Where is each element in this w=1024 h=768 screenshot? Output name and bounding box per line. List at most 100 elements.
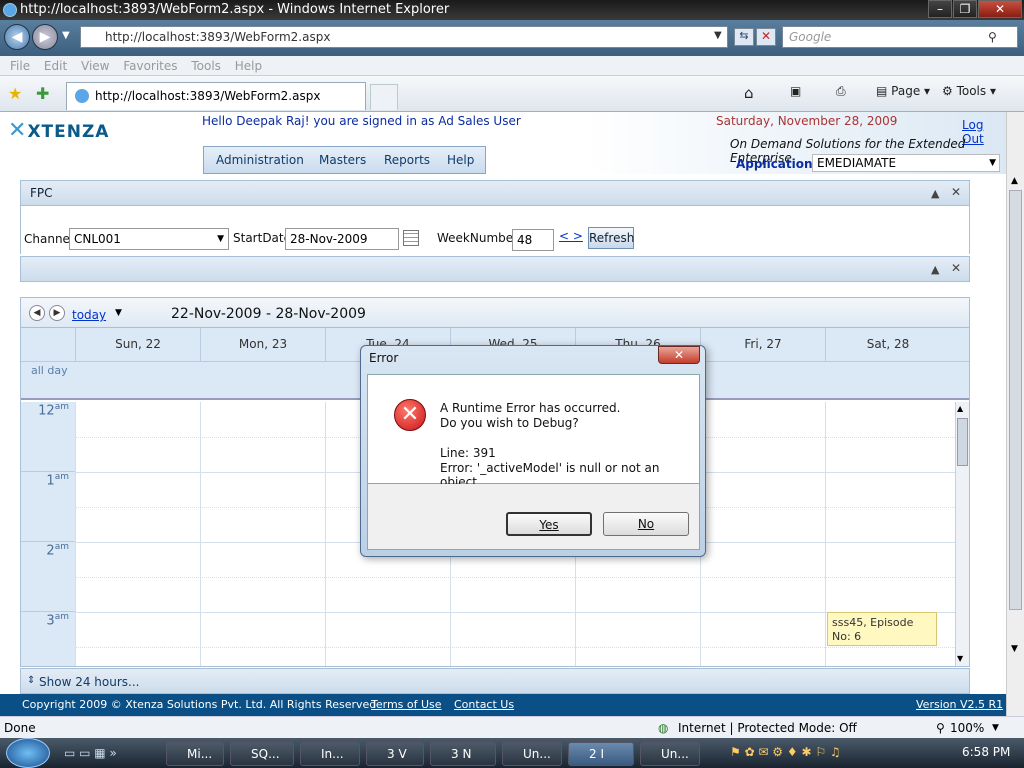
chevron-down-icon: ▼ xyxy=(989,158,996,168)
day-header[interactable]: Mon, 23 xyxy=(200,328,325,362)
menu-favorites[interactable]: Favorites xyxy=(123,56,177,76)
feeds-icon[interactable]: ▣ xyxy=(790,84,801,98)
zoom-dropdown-icon[interactable]: ▼ xyxy=(992,723,999,733)
zoom-level[interactable]: 100% xyxy=(950,721,984,735)
favorites-star-icon[interactable]: ★ xyxy=(8,84,22,103)
menu-help[interactable]: Help xyxy=(235,56,262,76)
week-prev-next-links[interactable]: < > xyxy=(559,229,583,243)
schedule-panel-header: ▲ ✕ xyxy=(20,256,970,282)
print-icon[interactable]: ⎙ xyxy=(836,84,846,99)
terms-link[interactable]: Terms of Use xyxy=(371,698,442,711)
nav-administration[interactable]: Administration xyxy=(216,153,304,167)
start-button[interactable] xyxy=(6,738,50,768)
hello-text: Hello Deepak Raj! you are signed in as A… xyxy=(202,114,521,128)
weeknumber-value: 48 xyxy=(517,233,533,247)
contact-link[interactable]: Contact Us xyxy=(454,698,514,711)
search-placeholder: Google xyxy=(789,30,832,44)
dialog-close-button[interactable]: ✕ xyxy=(658,346,700,364)
history-dropdown-icon[interactable]: ▼ xyxy=(62,30,70,41)
tab-current[interactable]: http://localhost:3893/WebForm2.aspx xyxy=(66,82,366,110)
nav-reports[interactable]: Reports xyxy=(384,153,430,167)
scroll-up-icon[interactable]: ▲ xyxy=(957,404,963,413)
no-button[interactable]: No xyxy=(603,512,689,536)
page-scrollbar[interactable]: ▲ ▼ xyxy=(1006,112,1024,716)
back-button[interactable]: ◀ xyxy=(4,24,30,50)
day-header[interactable]: Sat, 28 xyxy=(825,328,950,362)
refresh-icon[interactable]: ⇆ xyxy=(734,28,754,46)
calendar-picker-icon[interactable] xyxy=(403,230,419,246)
collapse-icon[interactable]: ▲ xyxy=(931,187,939,200)
close-icon[interactable]: ✕ xyxy=(951,185,961,199)
calendar-event[interactable]: sss45, Episode No: 6 xyxy=(827,612,937,646)
refresh-button[interactable]: Refresh xyxy=(588,227,634,249)
address-input[interactable]: http://localhost:3893/WebForm2.aspx xyxy=(80,26,728,48)
weeknumber-input[interactable]: 48 xyxy=(512,229,554,251)
forward-button[interactable]: ▶ xyxy=(32,24,58,50)
stop-icon[interactable]: ✕ xyxy=(756,28,776,46)
view-dropdown-icon[interactable]: ▼ xyxy=(115,308,122,318)
scroll-thumb[interactable] xyxy=(1009,190,1022,610)
clock[interactable]: 6:58 PM xyxy=(962,745,1010,759)
add-favorites-icon[interactable]: ✚ xyxy=(36,84,49,103)
close-icon[interactable]: ✕ xyxy=(951,261,961,275)
taskbar-task[interactable]: In... xyxy=(300,742,360,766)
tools-menu[interactable]: ⚙ Tools ▾ xyxy=(942,84,996,98)
day-column-line xyxy=(325,402,326,666)
yes-label: Yes xyxy=(539,518,559,532)
quicklaunch-icons[interactable]: ▭ ▭ ▦ » xyxy=(64,746,117,760)
version-text: Version V2.5 R1 xyxy=(916,698,1004,711)
maximize-button[interactable]: ❐ xyxy=(953,0,977,18)
page-menu[interactable]: ▤ Page ▾ xyxy=(876,84,930,98)
new-tab-button[interactable] xyxy=(370,84,398,110)
fpc-title: FPC xyxy=(30,186,53,200)
minimize-button[interactable]: – xyxy=(928,0,952,18)
show-24-hours-link[interactable]: Show 24 hours... xyxy=(39,675,139,689)
copyright-text: Copyright 2009 © Xtenza Solutions Pvt. L… xyxy=(22,698,377,711)
nav-help[interactable]: Help xyxy=(447,153,474,167)
applications-select[interactable]: EMEDIAMATE ▼ xyxy=(812,154,1000,172)
day-header[interactable]: Fri, 27 xyxy=(700,328,825,362)
search-icon[interactable]: ⚲ xyxy=(988,30,997,44)
taskbar-task-active[interactable]: 2 I xyxy=(568,742,634,766)
next-week-icon[interactable]: ▶ xyxy=(49,305,65,321)
taskbar-task[interactable]: 3 N xyxy=(430,742,496,766)
scroll-thumb[interactable] xyxy=(957,418,968,466)
collapse-icon[interactable]: ▲ xyxy=(931,263,939,276)
expand-icon: ⇕ xyxy=(27,675,36,686)
half-hour-line xyxy=(75,577,955,578)
close-window-button[interactable]: ✕ xyxy=(978,0,1022,18)
nav-masters[interactable]: Masters xyxy=(319,153,366,167)
menu-file[interactable]: File xyxy=(10,56,30,76)
startdate-input[interactable]: 28-Nov-2009 xyxy=(285,228,399,250)
weeknumber-label: WeekNumber xyxy=(437,231,519,245)
home-icon[interactable]: ⌂ xyxy=(744,84,754,102)
search-input[interactable]: Google xyxy=(782,26,1018,48)
menu-edit[interactable]: Edit xyxy=(44,56,67,76)
taskbar-task[interactable]: Mi... xyxy=(166,742,224,766)
yes-button[interactable]: Yes xyxy=(506,512,592,536)
tools-menu-label: Tools xyxy=(956,84,987,98)
menu-view[interactable]: View xyxy=(81,56,109,76)
hour-number: 12 xyxy=(38,403,55,419)
half-hour-line xyxy=(75,647,955,648)
hour-label: 2am xyxy=(21,542,75,612)
today-link[interactable]: today xyxy=(72,308,106,322)
prev-week-icon[interactable]: ◀ xyxy=(29,305,45,321)
address-dropdown-icon[interactable]: ▼ xyxy=(714,30,722,41)
day-header[interactable]: Sun, 22 xyxy=(75,328,200,362)
show-24-hours-bar[interactable]: ⇕ Show 24 hours... xyxy=(20,668,970,694)
taskbar-task[interactable]: Un... xyxy=(640,742,700,766)
taskbar-task[interactable]: SQ... xyxy=(230,742,294,766)
taskbar-task[interactable]: Un... xyxy=(502,742,562,766)
scroll-down-icon[interactable]: ▼ xyxy=(1011,644,1018,654)
address-toolbar: ◀ ▶ ▼ http://localhost:3893/WebForm2.asp… xyxy=(0,20,1024,56)
channel-select[interactable]: CNL001 ▼ xyxy=(69,228,229,250)
scroll-up-icon[interactable]: ▲ xyxy=(1011,176,1018,186)
taskbar-task[interactable]: 3 V xyxy=(366,742,424,766)
calendar-scrollbar[interactable]: ▲ ▼ xyxy=(955,402,969,666)
security-zone[interactable]: Internet | Protected Mode: Off xyxy=(678,721,857,735)
menu-tools[interactable]: Tools xyxy=(191,56,221,76)
scroll-down-icon[interactable]: ▼ xyxy=(957,654,963,663)
calendar-toolbar: ◀ ▶ today ▼ 22-Nov-2009 - 28-Nov-2009 xyxy=(21,298,969,328)
system-tray-icons[interactable]: ⚑ ✿ ✉ ⚙ ♦ ✱ ⚐ ♫ xyxy=(730,745,841,759)
